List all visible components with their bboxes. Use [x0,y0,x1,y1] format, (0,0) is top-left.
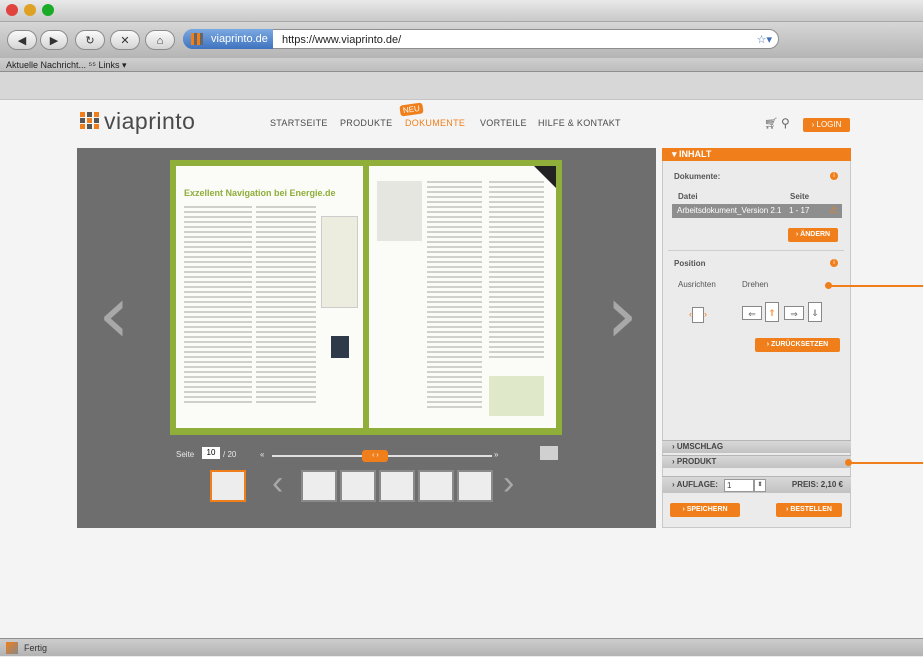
rewind-icon[interactable]: « [260,450,264,459]
thumbnail-page[interactable] [340,470,376,502]
position-label: Position [674,259,706,268]
divider [668,250,844,251]
back-button[interactable]: ◀ [7,30,37,50]
dokumente-label: Dokumente: [674,172,721,181]
minimize-window-button[interactable] [24,4,36,16]
thumbnails-next-icon[interactable]: › [503,464,514,503]
warning-icon: ⚠ [829,205,838,216]
forward-arrow-icon: ▶ [49,35,59,47]
umschlag-section[interactable]: › UMSCHLAG [662,440,851,453]
nav-hilfe-kontakt[interactable]: HILFE & KONTAKT [538,118,621,128]
inhalt-header[interactable]: ▾ INHALT [662,148,851,161]
ausrichten-label: Ausrichten [678,280,716,289]
thumbnail-page[interactable] [379,470,415,502]
prev-page-arrow[interactable]: ‹ [98,268,130,361]
next-page-arrow[interactable]: › [606,268,638,361]
bestellen-button[interactable]: › BESTELLEN [776,503,842,517]
forward-button[interactable]: ▶ [40,30,68,50]
callout-line [851,462,923,464]
rotate-down-icon[interactable]: ⇓ [808,302,822,322]
stop-button[interactable]: ✕ [110,30,140,50]
document-spread: Exzellent Navigation bei Energie.de [170,160,562,435]
window-titlebar [0,0,923,22]
drehen-label: Drehen [742,280,769,289]
auflage-label: › AUFLAGE: [672,480,718,489]
close-window-button[interactable] [6,4,18,16]
reload-button[interactable]: ↻ [75,30,105,50]
status-text: Fertig [24,643,48,653]
portrait-image [331,336,349,358]
file-row[interactable]: Arbeitsdokument_Version 2.1 1 - 17 ⚠ [672,204,842,218]
tab-strip [0,72,923,100]
fast-forward-icon[interactable]: » [494,450,498,459]
right-page [369,166,556,428]
site-logo[interactable]: viaprinto [104,108,195,135]
search-icon[interactable]: ⚲ [781,116,790,130]
column-seite: Seite [790,192,810,201]
logo-mark-icon [80,112,100,130]
callout-line [831,285,923,287]
fullscreen-icon[interactable] [540,446,558,460]
file-pages: 1 - 17 [789,206,810,215]
reload-icon: ↻ [85,35,95,47]
price-text: PREIS: 2,10 € [791,480,843,489]
page-number-input[interactable]: 10 [202,447,220,459]
thumbnail-page[interactable] [457,470,493,502]
nav-produkte[interactable]: PRODUKTE [340,118,392,128]
speichern-button[interactable]: › SPEICHERN [670,503,740,517]
page-curl-icon[interactable] [534,166,556,188]
quantity-stepper-icon[interactable]: ⇕ [754,479,766,492]
nav-vorteile[interactable]: VORTEILE [480,118,527,128]
page-slider-handle[interactable]: ‹ › [362,450,389,462]
rotate-upright-icon[interactable]: ⇑ [765,302,779,322]
info-icon[interactable]: i [830,172,838,180]
file-name: Arbeitsdokument_Version 2.1 [677,206,782,215]
stop-icon: ✕ [120,35,130,47]
cart-icon[interactable]: 🛒︎ [764,117,778,130]
align-control-icon[interactable]: ‹ › [683,297,713,331]
bookmark-star-icon[interactable]: ☆▾ [757,30,772,50]
site-chip-label: viaprinto.de [211,33,268,45]
back-arrow-icon: ◀ [17,35,27,47]
rotate-right-icon[interactable]: ⇒ [784,306,804,320]
left-page: Exzellent Navigation bei Energie.de [176,166,363,428]
aendern-button[interactable]: › ÄNDERN [788,228,838,242]
nav-startseite[interactable]: STARTSEITE [270,118,328,128]
nav-dokumente[interactable]: DOKUMENTE [405,118,465,128]
thumbnail-cover[interactable] [210,470,246,502]
browser-statusbar: Fertig [0,638,923,656]
thumbnail-page[interactable] [301,470,337,502]
site-favicon-icon [191,33,203,45]
thumbnails-prev-icon[interactable]: ‹ [272,464,283,503]
column-datei: Datei [678,192,698,201]
bookmarks-bar[interactable]: Aktuelle Nachricht... ⁵⁵ Links ▾ [0,58,923,72]
page-heading: Exzellent Navigation bei Energie.de [184,188,336,198]
site-identity-chip[interactable]: viaprinto.de [183,29,273,49]
home-icon: ⌂ [156,35,164,47]
auflage-input[interactable]: 1 [724,479,754,492]
thumbnail-page[interactable] [418,470,454,502]
rotate-left-icon[interactable]: ⇐ [742,306,762,320]
zuruecksetzen-button[interactable]: › ZURÜCKSETZEN [755,338,840,352]
info-icon[interactable]: i [830,259,838,267]
zoom-window-button[interactable] [42,4,54,16]
produkt-section[interactable]: › PRODUKT [662,455,851,468]
url-text: https://www.viaprinto.de/ [282,34,402,46]
login-button[interactable]: › LOGIN [803,118,850,132]
status-progress-icon [6,642,18,654]
home-button[interactable]: ⌂ [145,30,175,50]
page-label: Seite [176,450,195,459]
page-total: / 20 [223,450,237,459]
auflage-row: › AUFLAGE: 1 ⇕ PREIS: 2,10 € [662,476,851,493]
